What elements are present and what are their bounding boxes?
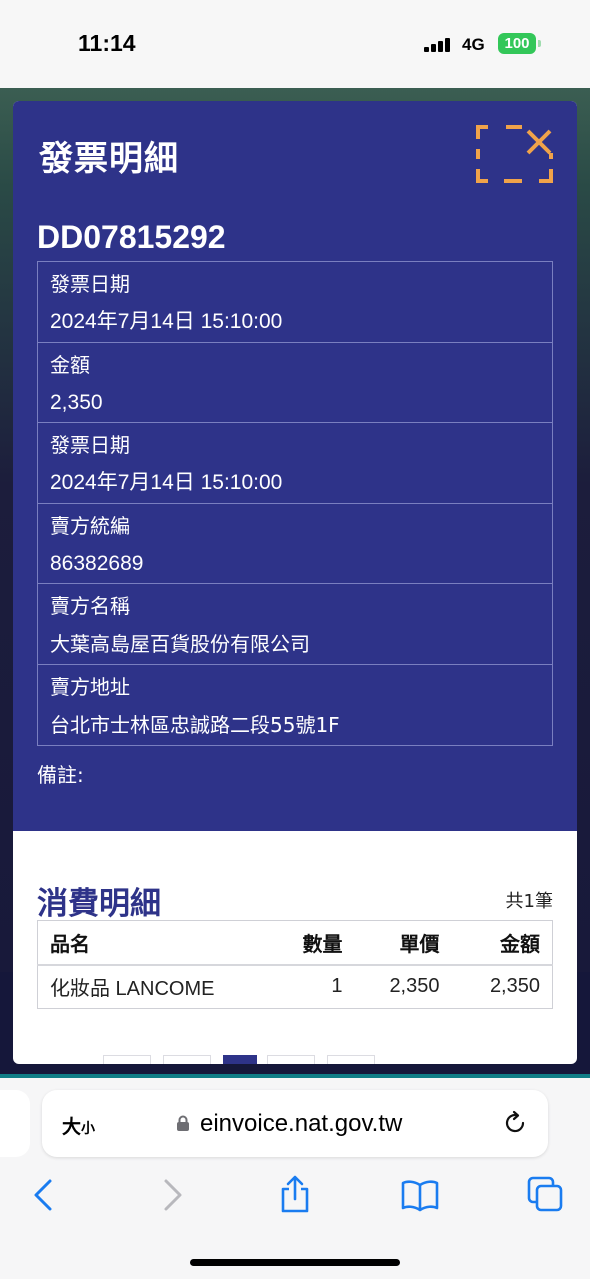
column-header-qty: 數量 (267, 920, 353, 966)
page-tab[interactable] (163, 1055, 211, 1064)
table-row: 化妝品 LANCOME 1 2,350 2,350 (38, 965, 553, 1009)
invoice-number: DD07815292 (37, 219, 226, 255)
column-header-name: 品名 (37, 920, 268, 966)
info-value: 台北市士林區忠誠路二段55號1F (50, 712, 340, 737)
page-tab[interactable] (103, 1055, 151, 1064)
info-label: 發票日期 (50, 272, 130, 296)
close-icon (476, 125, 553, 183)
bookmarks-button[interactable] (400, 1175, 440, 1215)
invoice-detail-modal: 發票明細 DD07815292 發票日期 2024年7月14日 15:10:00… (13, 101, 577, 1064)
cell-qty: 1 (331, 975, 343, 998)
text-size-button[interactable]: 大小 (62, 1112, 95, 1139)
column-header-amount: 金額 (447, 920, 553, 966)
items-header-row: 品名 數量 單價 金額 (37, 920, 553, 966)
share-icon (281, 1175, 309, 1213)
info-value: 86382689 (50, 551, 144, 575)
page-tab[interactable] (327, 1055, 375, 1064)
info-label: 賣方名稱 (50, 594, 130, 618)
detail-item-count: 共1筆 (505, 891, 553, 912)
signal-icon (424, 38, 454, 52)
text-size-large: 大 (62, 1116, 82, 1138)
close-button[interactable] (476, 125, 553, 183)
back-button[interactable] (24, 1175, 64, 1215)
chevron-left-icon (34, 1179, 52, 1211)
remark-label: 備註: (37, 763, 84, 787)
status-bar: 11:14 4G 100 (0, 0, 590, 88)
info-label: 賣方地址 (50, 674, 130, 699)
info-value: 2024年7月14日 15:10:00 (50, 310, 283, 333)
home-indicator (190, 1259, 400, 1266)
previous-tab-preview[interactable] (0, 1090, 30, 1157)
tabs-button[interactable] (526, 1175, 566, 1215)
lock-icon (177, 1115, 189, 1131)
info-label: 賣方統編 (50, 513, 130, 538)
invoice-info-table: 發票日期 2024年7月14日 15:10:00 金額 2,350 發票日期 2… (37, 261, 553, 746)
url-text: einvoice.nat.gov.tw (200, 1110, 403, 1137)
cell-amount: 2,350 (489, 975, 540, 998)
modal-title: 發票明細 (39, 139, 179, 179)
cell-name: 化妝品 LANCOME (50, 978, 215, 1001)
info-row-date-2: 發票日期 2024年7月14日 15:10:00 (38, 423, 552, 504)
page-tab-active[interactable] (223, 1055, 257, 1064)
address-bar[interactable]: 大小 einvoice.nat.gov.tw (42, 1090, 548, 1157)
battery-tip (538, 40, 541, 47)
info-row-seller-id: 賣方統編 86382689 (38, 504, 552, 584)
battery-icon: 100 (498, 33, 536, 54)
info-row-amount: 金額 2,350 (38, 343, 552, 423)
info-row-date: 發票日期 2024年7月14日 15:10:00 (38, 262, 552, 343)
info-value: 2,350 (50, 390, 103, 414)
info-row-seller-address: 賣方地址 台北市士林區忠誠路二段55號1F (38, 665, 552, 746)
info-value: 2024年7月14日 15:10:00 (50, 471, 283, 494)
items-table: 品名 數量 單價 金額 化妝品 LANCOME 1 2,350 2,350 (37, 920, 553, 1009)
tabs-icon (527, 1176, 563, 1212)
network-type: 4G (462, 35, 485, 54)
cell-unit-price: 2,350 (389, 975, 440, 998)
info-label: 發票日期 (50, 433, 130, 457)
info-row-seller-name: 賣方名稱 大葉高島屋百貨股份有限公司 (38, 584, 552, 665)
page-tab[interactable] (267, 1055, 315, 1064)
chevron-right-icon (164, 1179, 182, 1211)
detail-section-title: 消費明細 (37, 886, 161, 922)
share-button[interactable] (275, 1175, 315, 1215)
info-label: 金額 (50, 352, 90, 377)
column-header-unit-price: 單價 (352, 920, 448, 966)
modal-header-panel: 發票明細 DD07815292 發票日期 2024年7月14日 15:10:00… (13, 101, 577, 831)
forward-button[interactable] (152, 1175, 192, 1215)
reload-icon[interactable] (502, 1110, 528, 1136)
info-value: 大葉高島屋百貨股份有限公司 (50, 632, 310, 656)
book-icon (401, 1180, 439, 1212)
text-size-small: 小 (81, 1121, 96, 1137)
status-time: 11:14 (78, 30, 136, 56)
